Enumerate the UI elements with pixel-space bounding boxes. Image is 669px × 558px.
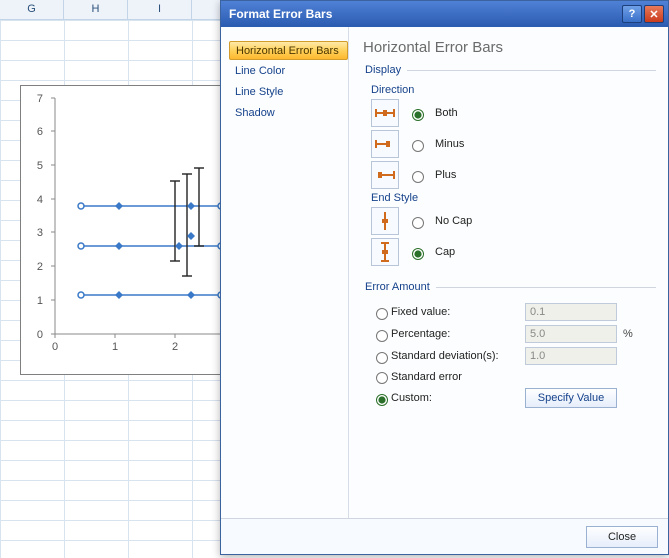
svg-text:0: 0	[52, 341, 58, 353]
amount-fixed-label: Fixed value:	[391, 306, 519, 318]
direction-both-radio[interactable]	[412, 109, 424, 121]
direction-label: Direction	[371, 84, 656, 96]
amount-stderr-label: Standard error	[391, 371, 519, 383]
svg-text:1: 1	[37, 295, 43, 307]
category-nav: Horizontal Error Bars Line Color Line St…	[221, 27, 349, 518]
svg-text:1: 1	[112, 341, 118, 353]
specify-value-button[interactable]: Specify Value	[525, 388, 617, 408]
amount-custom-radio[interactable]	[376, 394, 388, 406]
error-amount-legend: Error Amount	[363, 281, 436, 293]
nav-line-color[interactable]: Line Color	[229, 62, 348, 81]
dialog-title: Format Error Bars	[229, 7, 622, 21]
amount-custom-label: Custom:	[391, 392, 519, 404]
direction-both-icon[interactable]	[371, 99, 399, 127]
nav-horizontal-error-bars[interactable]: Horizontal Error Bars	[229, 41, 348, 60]
column-head-i[interactable]: I	[128, 0, 192, 19]
options-pane: Horizontal Error Bars Display Direction …	[349, 27, 668, 518]
direction-minus-icon[interactable]	[371, 130, 399, 158]
amount-fixed-input[interactable]	[525, 303, 617, 321]
embedded-chart[interactable]: 0 1 2 3 4 5 6 7 0 1 2	[20, 85, 225, 375]
endstyle-nocap-icon[interactable]	[371, 207, 399, 235]
direction-plus-radio[interactable]	[412, 171, 424, 183]
svg-text:5: 5	[37, 160, 43, 172]
help-icon: ?	[629, 8, 636, 20]
endstyle-cap-radio[interactable]	[412, 248, 424, 260]
amount-stddev-label: Standard deviation(s):	[391, 350, 519, 362]
column-head-g[interactable]: G	[0, 0, 64, 19]
amount-stddev-radio[interactable]	[376, 352, 388, 364]
endstyle-cap-label: Cap	[435, 246, 455, 258]
amount-percentage-label: Percentage:	[391, 328, 519, 340]
endstyle-cap-icon[interactable]	[371, 238, 399, 266]
amount-percentage-input[interactable]	[525, 325, 617, 343]
svg-text:2: 2	[37, 261, 43, 273]
amount-percentage-radio[interactable]	[376, 330, 388, 342]
endstyle-nocap-radio[interactable]	[412, 217, 424, 229]
amount-stderr-radio[interactable]	[376, 372, 388, 384]
column-head-h[interactable]: H	[64, 0, 128, 19]
error-amount-group: Error Amount Fixed value: Percentage: % …	[363, 281, 656, 414]
svg-text:7: 7	[37, 93, 43, 105]
endstyle-label: End Style	[371, 192, 656, 204]
help-button[interactable]: ?	[622, 5, 642, 23]
dialog-titlebar[interactable]: Format Error Bars ? ✕	[221, 1, 668, 27]
nav-shadow[interactable]: Shadow	[229, 104, 348, 123]
svg-text:4: 4	[37, 194, 43, 206]
nav-line-style[interactable]: Line Style	[229, 83, 348, 102]
endstyle-nocap-label: No Cap	[435, 215, 472, 227]
svg-text:2: 2	[172, 341, 178, 353]
direction-plus-label: Plus	[435, 169, 456, 181]
amount-stddev-input[interactable]	[525, 347, 617, 365]
close-icon: ✕	[649, 8, 658, 21]
direction-minus-radio[interactable]	[412, 140, 424, 152]
format-error-bars-dialog: Format Error Bars ? ✕ Horizontal Error B…	[220, 0, 669, 555]
amount-fixed-radio[interactable]	[376, 308, 388, 320]
svg-text:0: 0	[37, 329, 43, 341]
close-button[interactable]: Close	[586, 526, 658, 548]
display-legend: Display	[363, 64, 407, 76]
direction-plus-icon[interactable]	[371, 161, 399, 189]
pane-title: Horizontal Error Bars	[363, 39, 656, 56]
direction-both-label: Both	[435, 107, 458, 119]
percent-sign: %	[623, 328, 635, 340]
dialog-footer: Close	[221, 518, 668, 554]
window-close-button[interactable]: ✕	[644, 5, 664, 23]
direction-minus-label: Minus	[435, 138, 464, 150]
svg-text:3: 3	[37, 227, 43, 239]
svg-text:6: 6	[37, 126, 43, 138]
display-group: Display Direction Both Minus	[363, 64, 656, 271]
